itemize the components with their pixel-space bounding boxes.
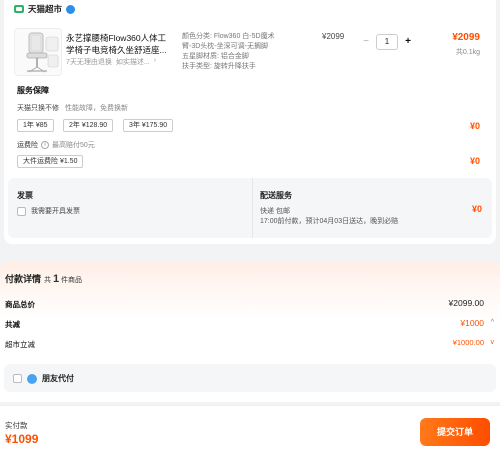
return-shipping-line: 运费险 i 最高赔付50元: [17, 140, 95, 150]
return-shipping-price: ¥0: [469, 156, 480, 166]
discount-label: 共减: [5, 320, 20, 329]
chevron-down-icon[interactable]: v: [491, 339, 495, 346]
spec-line: 五星脚材质: 铝合金脚: [182, 53, 249, 60]
friend-pay-icon: [27, 373, 37, 384]
delivery-method[interactable]: 快递 包邮: [260, 206, 290, 216]
supermarket-discount-value: ¥1000.00: [452, 338, 484, 347]
quantity-stepper: − 1 +: [360, 34, 414, 50]
service-desc-main: 天猫只换不修: [17, 105, 59, 112]
chevron-up-icon[interactable]: ^: [491, 319, 494, 326]
decrease-button[interactable]: −: [360, 35, 372, 49]
service-price: ¥0: [469, 121, 480, 131]
pay-label: 实付款: [5, 421, 28, 430]
subtotal-label: 商品总价: [5, 300, 35, 309]
product-tag: 如实描述...: [115, 59, 150, 66]
friend-pay-checkbox[interactable]: [13, 374, 22, 383]
store-info-icon[interactable]: [66, 4, 76, 14]
delivery-title: 配送服务: [260, 191, 292, 200]
weight: 共0.1kg: [455, 49, 480, 56]
product-tags[interactable]: 7天无理由退换 如实描述... ›: [66, 57, 156, 67]
unit-price: ¥2099: [322, 32, 345, 41]
service-desc: 天猫只换不修 性能故障，免费换新: [17, 103, 128, 113]
payment-title: 付款详情: [5, 274, 42, 284]
product-specs[interactable]: 颜色分类: Flow360 白-5D魔术臂-3D头枕-坐深可调-无搁脚 五星脚材…: [182, 32, 290, 72]
return-shipping-label: 运费险: [17, 142, 38, 149]
store-header[interactable]: 天猫超市: [14, 3, 76, 15]
supermarket-discount-row[interactable]: 超市立减 ¥1000.00 v: [0, 337, 500, 351]
increase-button[interactable]: +: [402, 35, 414, 49]
checkout-footer: 实付款 ¥1099 提交订单: [0, 405, 500, 450]
subtotal-row: 商品总价 ¥2099.00: [0, 297, 500, 311]
store-order-card: 天猫超市 永艺撑腰椅Flow360人体工学椅子电竞椅久坐舒适座... 7天无理由…: [4, 0, 496, 244]
warranty-option-1y[interactable]: 1年 ¥85: [17, 119, 54, 132]
invoice-checkbox-label: 我需要开具发票: [31, 208, 80, 215]
invoice-checkbox-row[interactable]: 我需要开具发票: [17, 206, 80, 216]
info-icon[interactable]: i: [41, 141, 49, 149]
return-shipping-chip[interactable]: 大件运费险 ¥1.50: [17, 155, 84, 168]
spec-line: 扶手类型: 旋转升降扶手: [182, 63, 256, 70]
discount-value: ¥1000: [460, 318, 484, 328]
product-tag: 7天无理由退换: [66, 59, 112, 66]
friend-pay-label: 朋友代付: [42, 374, 74, 383]
payment-details-card: 付款详情 共 1 件商品 商品总价 ¥2099.00 共减 ¥1000 ^ 超市…: [0, 262, 500, 402]
quantity-field[interactable]: 1: [376, 34, 398, 50]
item-count: 共 1 件商品: [44, 273, 82, 285]
payment-title-row: 付款详情 共 1 件商品: [5, 272, 82, 285]
item-count-prefix: 共: [44, 277, 52, 284]
delivery-eta: 17:00前付款，预计04月03日送达，晚到必赔: [260, 218, 399, 225]
item-count-number: 1: [52, 273, 60, 285]
product-title[interactable]: 永艺撑腰椅Flow360人体工学椅子电竞椅久坐舒适座...: [66, 32, 174, 56]
invoice-checkbox[interactable]: [17, 206, 26, 216]
supermarket-discount-label: 超市立减: [5, 340, 35, 349]
invoice-delivery-box: 发票 我需要开具发票 配送服务 快递 包邮 17:00前付款，预计04月03日送…: [8, 178, 492, 238]
spec-line: 颜色分类: Flow360 白-5D魔术臂-3D头枕-坐深可调-无搁脚: [182, 33, 275, 50]
store-name: 天猫超市: [28, 4, 63, 14]
tmall-supermarket-icon: [14, 5, 24, 13]
item-count-suffix: 件商品: [61, 277, 83, 284]
delivery-price: ¥0: [471, 204, 482, 214]
service-desc-sub: 性能故障，免费换新: [65, 105, 128, 112]
pay-amount: ¥1099: [5, 432, 39, 446]
return-shipping-sub: 最高赔付50元: [52, 142, 95, 149]
submit-order-button[interactable]: 提交订单: [420, 418, 490, 446]
chevron-right-icon: ›: [153, 57, 157, 64]
line-total: ¥2099: [452, 32, 480, 43]
product-image[interactable]: [14, 28, 62, 76]
discount-row[interactable]: 共减 ¥1000 ^: [0, 317, 500, 331]
divider: [252, 178, 253, 238]
friend-pay-box[interactable]: 朋友代付: [4, 364, 496, 392]
warranty-option-3y[interactable]: 3年 ¥175.90: [123, 119, 174, 132]
warranty-option-2y[interactable]: 2年 ¥128.90: [63, 119, 114, 132]
service-title: 服务保障: [17, 86, 49, 95]
invoice-title: 发票: [17, 191, 33, 200]
office-chair-icon: [26, 32, 59, 73]
subtotal-value: ¥2099.00: [448, 298, 484, 308]
